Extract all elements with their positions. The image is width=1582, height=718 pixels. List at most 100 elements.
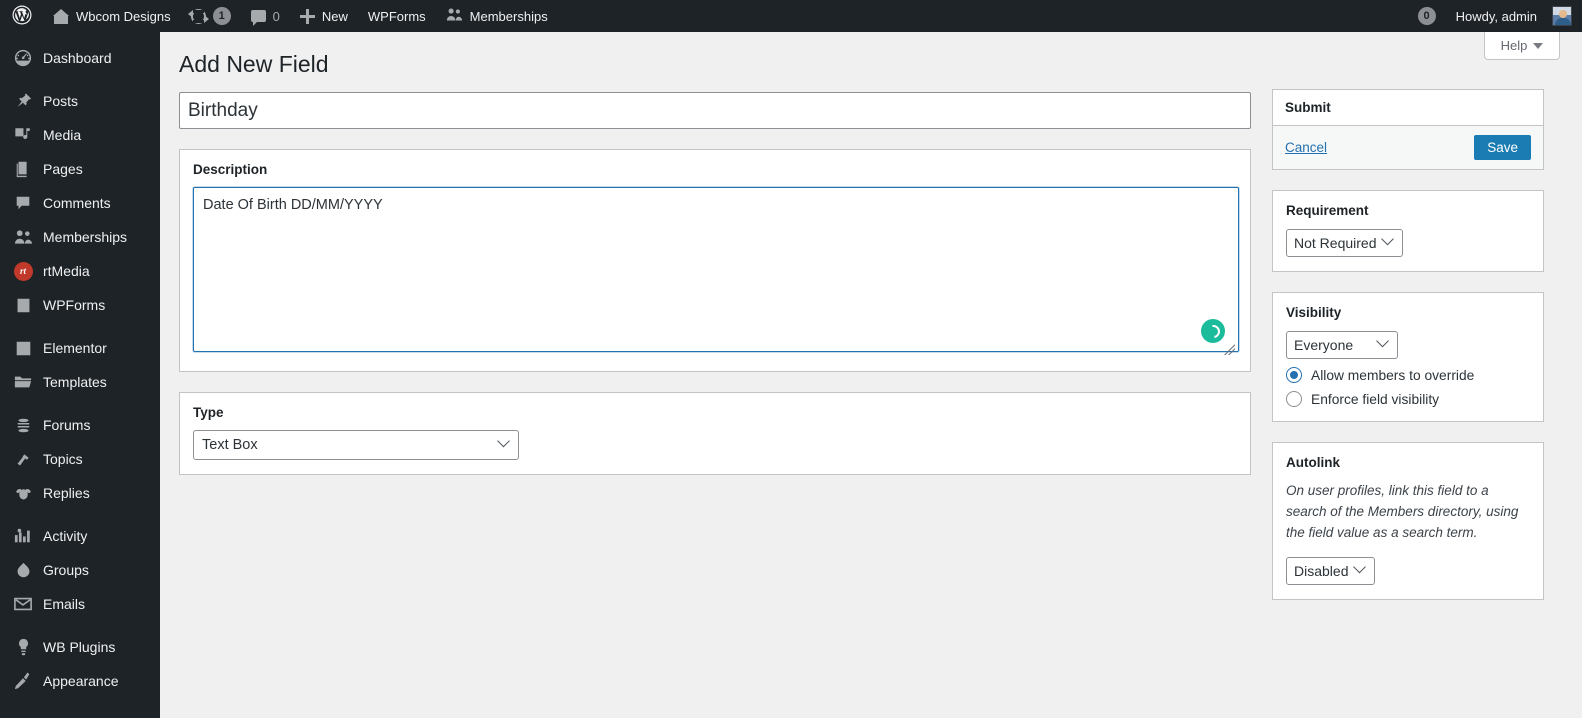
main-column: Description Type Text Box — [179, 92, 1251, 475]
sidebar-item-label: Posts — [43, 93, 79, 109]
comments-count: 0 — [272, 8, 280, 24]
media-icon — [12, 125, 34, 145]
sidebar-item-media[interactable]: Media — [0, 118, 160, 152]
description-label: Description — [193, 162, 268, 177]
wpforms-menu[interactable]: WPForms — [358, 0, 436, 32]
sidebar-item-templates[interactable]: Templates — [0, 365, 160, 399]
type-select[interactable]: Text Box — [193, 430, 519, 460]
pin-icon — [12, 91, 34, 111]
sidebar-item-label: Emails — [43, 596, 86, 612]
sidebar-item-rtmedia[interactable]: rt rtMedia — [0, 254, 160, 288]
type-select-wrapper: Text Box — [193, 430, 519, 460]
sidebar-item-label: Pages — [43, 161, 83, 177]
comments-icon — [12, 193, 34, 213]
sidebar-item-label: rtMedia — [43, 263, 90, 279]
requirement-box: Requirement Not Required — [1272, 190, 1544, 272]
sidebar-item-label: Groups — [43, 562, 89, 578]
visibility-title: Visibility — [1286, 305, 1342, 320]
sidebar-item-label: WB Plugins — [43, 639, 116, 655]
memberships-label: Memberships — [469, 8, 548, 24]
sidebar-item-label: Comments — [43, 195, 111, 211]
menu-spacer — [0, 32, 160, 41]
admin-bar-right: 0 Howdy, admin — [1408, 0, 1582, 32]
requirement-select-wrapper: Not Required — [1286, 229, 1403, 257]
sidebar-item-posts[interactable]: Posts — [0, 84, 160, 118]
wordpress-logo-icon — [12, 5, 32, 28]
updates-menu[interactable]: 1 — [181, 0, 241, 32]
sidebar-item-elementor[interactable]: Elementor — [0, 331, 160, 365]
sidebar-item-topics[interactable]: Topics — [0, 442, 160, 476]
menu-spacer — [0, 399, 160, 408]
visibility-option-override[interactable]: Allow members to override — [1286, 367, 1530, 383]
main-content-area: Help Add New Field Description Type Text… — [160, 32, 1582, 718]
visibility-select-wrapper: Everyone — [1286, 331, 1398, 359]
cancel-link[interactable]: Cancel — [1285, 140, 1327, 155]
help-tab-button[interactable]: Help — [1484, 32, 1560, 60]
sidebar-item-forums[interactable]: Forums — [0, 408, 160, 442]
notifications-count: 0 — [1417, 7, 1436, 25]
sidebar-item-wpforms[interactable]: WPForms — [0, 288, 160, 322]
help-label: Help — [1500, 38, 1528, 53]
elementor-icon — [12, 338, 34, 358]
sidebar-item-memberships[interactable]: Memberships — [0, 220, 160, 254]
admin-sidebar-menu: Dashboard Posts Media Pages Comments Mem… — [0, 32, 160, 718]
autolink-select[interactable]: Disabled — [1286, 556, 1375, 585]
sidebar-item-label: Activity — [43, 528, 88, 544]
loading-spinner-icon — [1201, 319, 1225, 343]
sidebar-item-emails[interactable]: Emails — [0, 587, 160, 621]
sidebar-item-replies[interactable]: Replies — [0, 476, 160, 510]
description-wrapper — [193, 187, 1239, 357]
sidebar-item-label: Replies — [43, 485, 90, 501]
radio-override-icon[interactable] — [1286, 367, 1302, 383]
requirement-title: Requirement — [1286, 203, 1369, 218]
wpforms-icon — [12, 295, 34, 315]
type-label: Type — [193, 405, 224, 420]
buddypress-icon — [12, 227, 34, 247]
new-label: New — [321, 8, 348, 24]
comment-bubble-icon — [250, 10, 266, 26]
autolink-box: Autolink On user profiles, link this fie… — [1272, 442, 1544, 600]
save-button[interactable]: Save — [1474, 135, 1531, 160]
sidebar-item-pages[interactable]: Pages — [0, 152, 160, 186]
topics-icon — [12, 449, 34, 469]
requirement-select[interactable]: Not Required — [1286, 229, 1403, 257]
visibility-option-enforce[interactable]: Enforce field visibility — [1286, 391, 1530, 407]
folder-icon — [12, 372, 34, 392]
radio-enforce-icon[interactable] — [1286, 391, 1302, 407]
menu-spacer — [0, 621, 160, 630]
wordpress-logo-menu[interactable] — [0, 0, 43, 32]
my-account-menu[interactable]: Howdy, admin — [1446, 0, 1574, 32]
rtmedia-icon: rt — [12, 261, 34, 281]
sidebar-item-appearance[interactable]: Appearance — [0, 664, 160, 698]
side-column: Submit Cancel Save Requirement Not Requi… — [1272, 89, 1544, 620]
autolink-select-wrapper: Disabled — [1286, 556, 1375, 585]
wpforms-label: WPForms — [367, 8, 426, 24]
site-name-menu[interactable]: Wbcom Designs — [43, 0, 181, 32]
sidebar-item-dashboard[interactable]: Dashboard — [0, 41, 160, 75]
sidebar-item-label: Forums — [43, 417, 91, 433]
description-textarea[interactable] — [193, 187, 1239, 352]
new-content-menu[interactable]: New — [290, 0, 358, 32]
email-icon — [12, 594, 34, 614]
notifications-menu[interactable]: 0 — [1408, 0, 1446, 32]
plus-icon — [299, 8, 315, 24]
avatar — [1552, 6, 1572, 26]
sidebar-item-activity[interactable]: Activity — [0, 519, 160, 553]
textarea-resize-handle[interactable] — [1223, 343, 1235, 355]
comments-menu[interactable]: 0 — [241, 0, 290, 32]
sidebar-item-wb-plugins[interactable]: WB Plugins — [0, 630, 160, 664]
memberships-menu[interactable]: Memberships — [436, 0, 558, 32]
sidebar-item-comments[interactable]: Comments — [0, 186, 160, 220]
sidebar-item-label: Media — [43, 127, 82, 143]
field-title-input[interactable] — [179, 92, 1251, 129]
radio-override-label: Allow members to override — [1311, 367, 1475, 383]
sidebar-item-groups[interactable]: Groups — [0, 553, 160, 587]
sidebar-item-label: Templates — [43, 374, 107, 390]
pages-icon — [12, 159, 34, 179]
description-postbox: Description — [179, 149, 1251, 372]
submit-box-title: Submit — [1285, 100, 1331, 115]
visibility-select[interactable]: Everyone — [1286, 331, 1398, 359]
sidebar-item-label: Appearance — [43, 673, 119, 689]
sidebar-item-label: WPForms — [43, 297, 106, 313]
dashboard-icon — [12, 48, 34, 68]
